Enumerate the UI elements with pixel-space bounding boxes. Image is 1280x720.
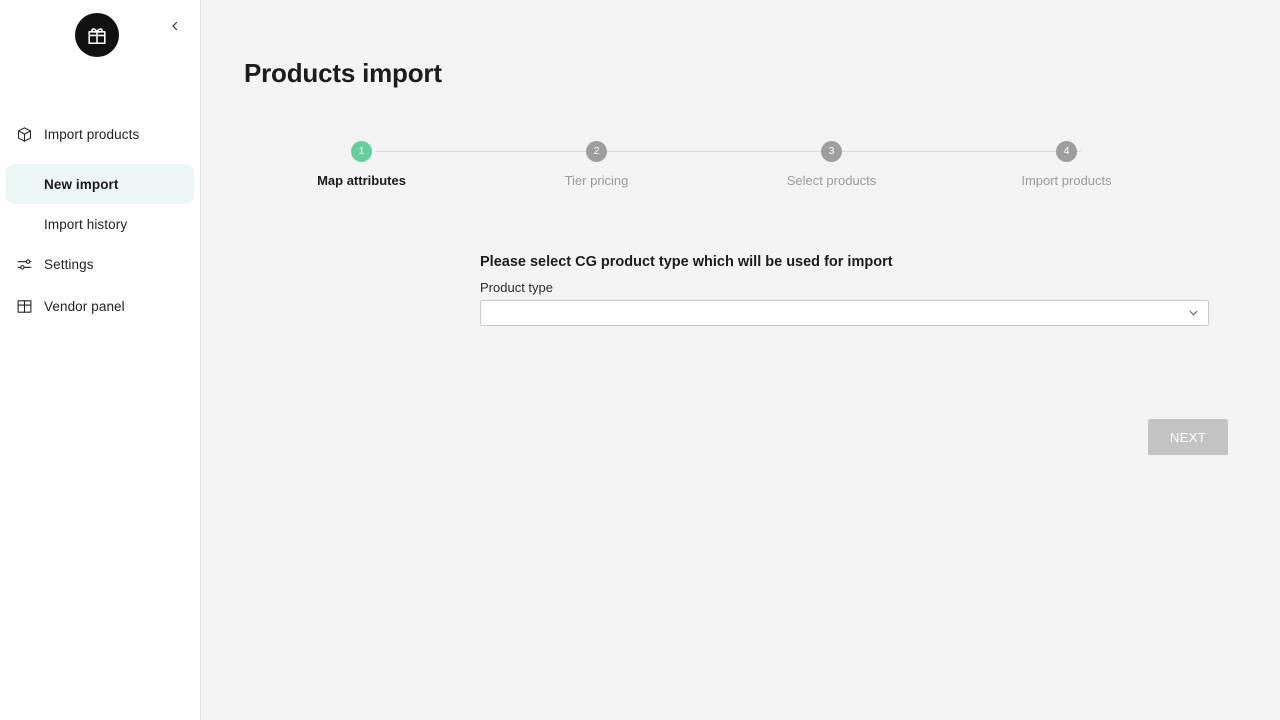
import-stepper: 1 Map attributes 2 Tier pricing 3 Select… — [244, 141, 1184, 188]
sidebar-item-label: Settings — [44, 256, 94, 272]
chevron-left-icon[interactable] — [163, 14, 187, 38]
step-connector-line — [610, 151, 846, 152]
step-label: Tier pricing — [564, 173, 629, 188]
step-label: Map attributes — [317, 173, 406, 188]
app-root: Import products New import Import histor… — [0, 0, 1280, 720]
stepper-step-2[interactable]: 2 Tier pricing — [479, 141, 846, 188]
sidebar-item-import-history[interactable]: Import history — [6, 204, 194, 244]
product-type-form: Please select CG product type which will… — [480, 254, 1209, 326]
stepper-step-4[interactable]: 4 Import products — [949, 141, 1184, 188]
step-number-badge: 1 — [351, 141, 372, 162]
sidebar-item-label: Import history — [44, 216, 128, 232]
sliders-icon — [16, 256, 44, 273]
step-number-badge: 4 — [1056, 141, 1077, 162]
step-label: Import products — [1021, 173, 1112, 188]
sidebar-item-import-products[interactable]: Import products — [6, 114, 194, 154]
step-number-badge: 2 — [586, 141, 607, 162]
sidebar: Import products New import Import histor… — [0, 0, 201, 720]
product-type-label: Product type — [480, 280, 553, 295]
page-title: Products import — [244, 58, 442, 89]
sidebar-item-settings[interactable]: Settings — [6, 244, 194, 284]
next-button[interactable]: NEXT — [1148, 419, 1228, 455]
product-type-select[interactable] — [480, 300, 1209, 326]
product-type-select-wrap — [480, 300, 1209, 326]
layout-panel-icon — [16, 298, 44, 315]
stepper-step-1[interactable]: 1 Map attributes — [244, 141, 611, 188]
sidebar-item-label: New import — [44, 176, 119, 192]
gift-box-icon[interactable] — [75, 13, 119, 57]
step-label: Select products — [786, 173, 877, 188]
sidebar-item-label: Import products — [44, 126, 140, 142]
sidebar-item-label: Vendor panel — [44, 298, 125, 314]
sidebar-nav: Import products New import Import histor… — [0, 114, 200, 326]
package-box-icon — [16, 126, 44, 143]
main-content: Products import 1 Map attributes 2 Tier … — [201, 0, 1280, 720]
step-connector-line — [375, 151, 611, 152]
step-connector-line — [845, 151, 1081, 152]
sidebar-item-new-import[interactable]: New import — [6, 164, 194, 204]
form-heading: Please select CG product type which will… — [480, 254, 893, 270]
sidebar-header — [0, 0, 200, 72]
sidebar-item-vendor-panel[interactable]: Vendor panel — [6, 286, 194, 326]
step-number-badge: 3 — [821, 141, 842, 162]
stepper-step-3[interactable]: 3 Select products — [714, 141, 1081, 188]
